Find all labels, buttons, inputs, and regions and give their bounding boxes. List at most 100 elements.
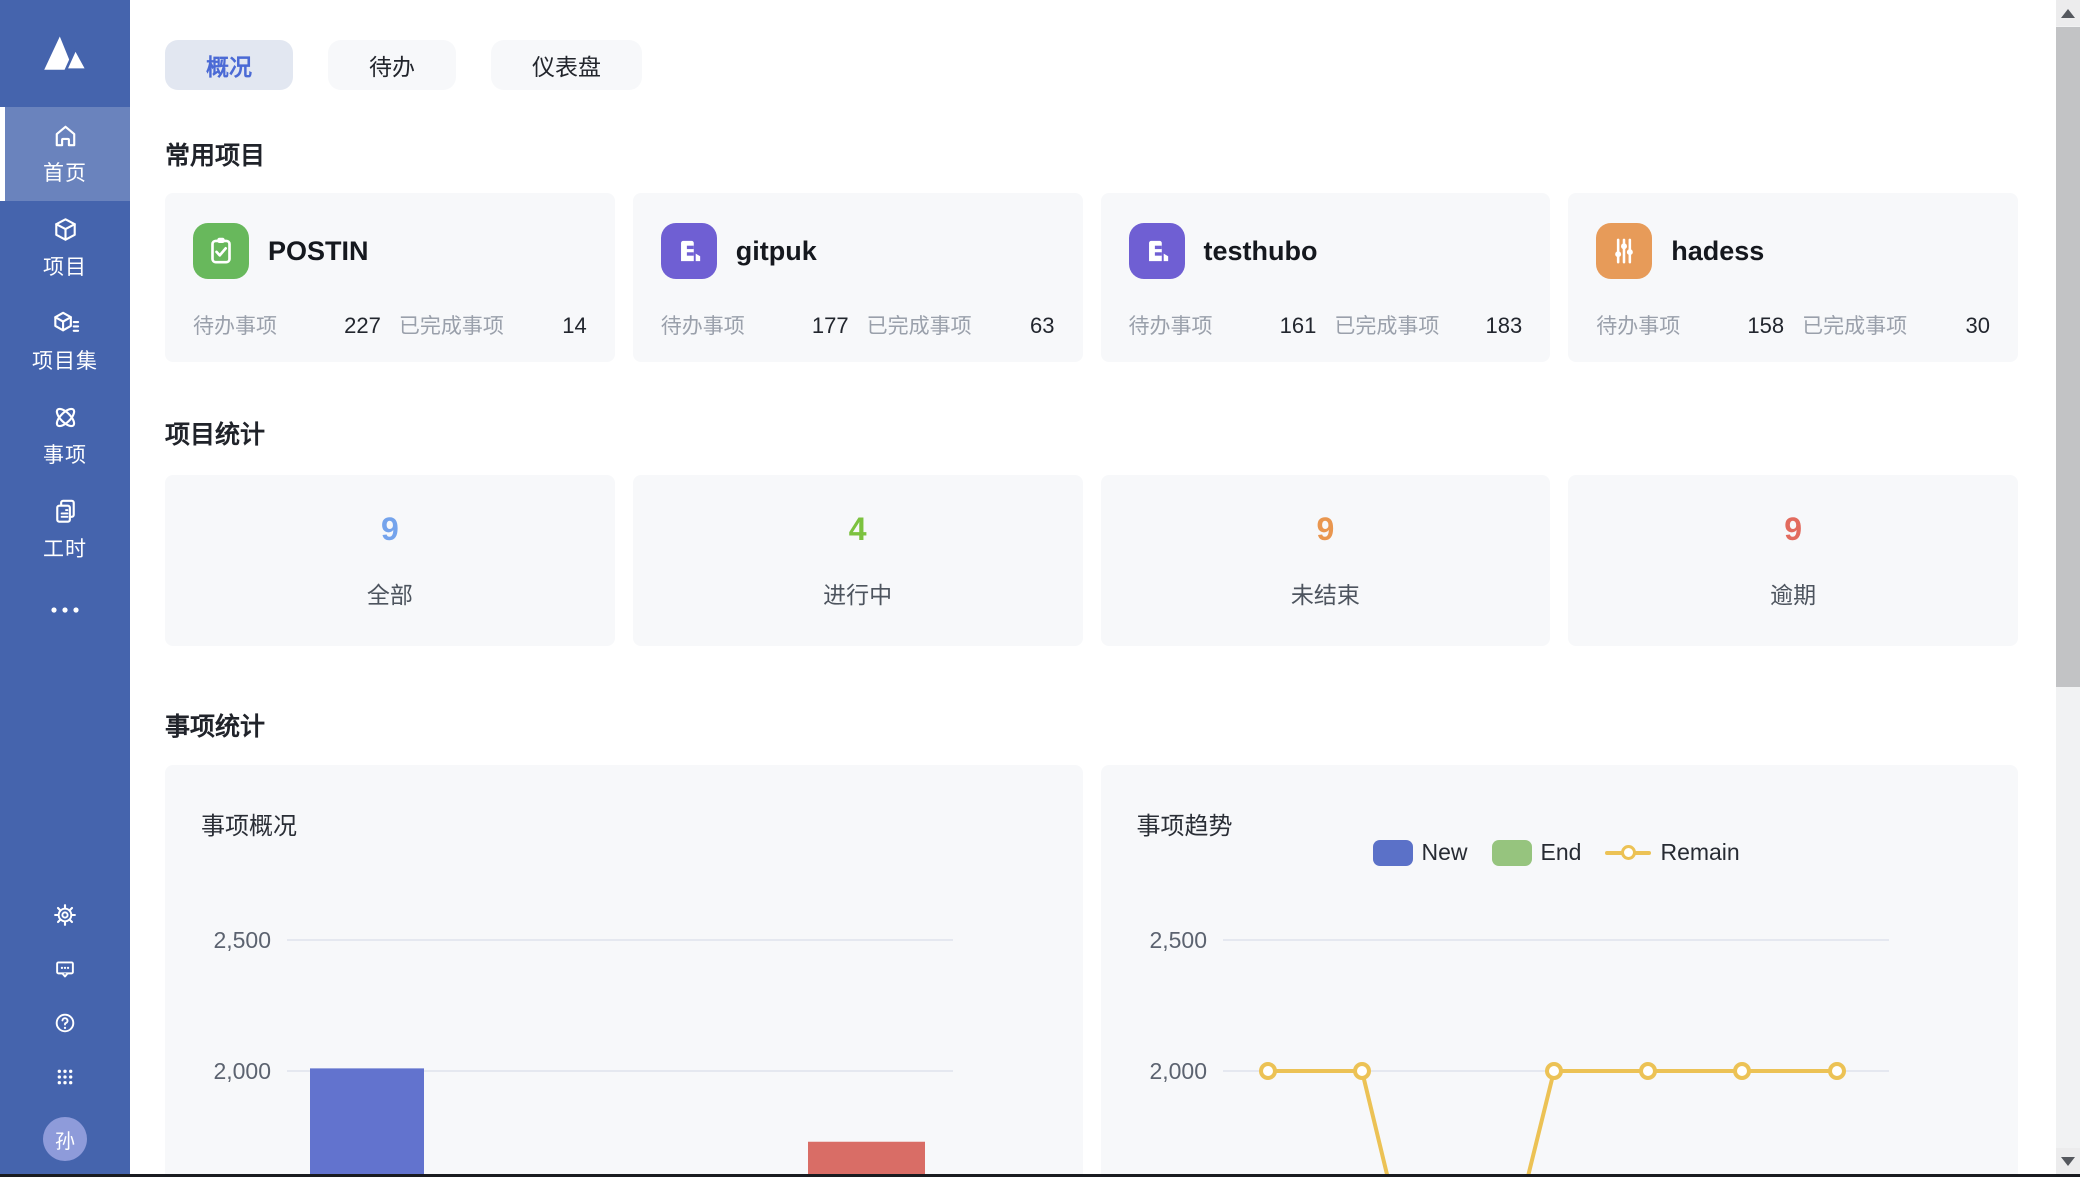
todo-label: 待办事项 [1129,310,1213,340]
stat-card-all[interactable]: 9 全部 [165,475,615,646]
cube-list-icon [50,308,81,339]
sidebar-item-label: 工时 [43,533,87,563]
project-card-gitpuk[interactable]: gitpuk 待办事项 177 已完成事项 63 [633,193,1083,362]
stat-card-unfinished[interactable]: 9 未结束 [1101,475,1551,646]
sidebar: 首页 项目 项目集 [0,0,130,1177]
legend-swatch-end [1492,840,1532,866]
feedback-chat-icon[interactable] [51,955,79,983]
todo-value: 177 [812,313,849,339]
clipboard-check-icon [193,223,249,279]
stat-value: 9 [1316,511,1334,548]
sidebar-item-label: 事项 [43,439,87,469]
sidebar-item-label: 项目集 [32,345,98,375]
stat-value: 9 [381,511,399,548]
tab-todo[interactable]: 待办 [328,40,456,90]
project-card-postin[interactable]: POSTIN 待办事项 227 已完成事项 14 [165,193,615,362]
tab-overview[interactable]: 概况 [165,40,293,90]
stat-card-overdue[interactable]: 9 逾期 [1568,475,2018,646]
done-value: 30 [1966,313,1990,339]
chart-title: 事项趋势 [1137,806,1233,841]
main-content: 概况 待办 仪表盘 常用项目 POSTIN [130,0,2056,1177]
legend-swatch-new [1373,840,1413,866]
documents-icon [50,496,81,527]
legend-label: Remain [1660,839,1739,866]
view-tabs: 概况 待办 仪表盘 [165,40,2018,90]
section-title-frequent-projects: 常用项目 [165,136,2018,172]
done-value: 14 [562,313,586,339]
done-value: 183 [1486,313,1523,339]
sidebar-footer: 孙 [0,901,130,1177]
tab-dashboard[interactable]: 仪表盘 [491,40,642,90]
home-icon [50,120,81,151]
project-card-testhubo[interactable]: testhubo 待办事项 161 已完成事项 183 [1101,193,1551,362]
stat-value: 9 [1784,511,1802,548]
done-label: 已完成事项 [399,310,504,340]
help-icon[interactable] [51,1009,79,1037]
chart-cards: 事项概况 2,5002,0001,500 事项趋势 New End [165,765,2018,1177]
project-name: hadess [1671,236,1764,267]
apps-grid-icon[interactable] [51,1063,79,1091]
section-title-item-stats: 事项统计 [165,707,2018,743]
cube-icon [50,214,81,245]
todo-value: 161 [1280,313,1317,339]
sidebar-item-label: 首页 [43,157,87,187]
todo-value: 158 [1747,313,1784,339]
sidebar-item-projects[interactable]: 项目 [0,201,130,295]
stat-value: 4 [849,511,867,548]
todo-label: 待办事项 [1596,310,1680,340]
legend-item-new[interactable]: New [1373,839,1468,866]
legend-label: New [1422,839,1468,866]
chart-title: 事项概况 [201,806,297,841]
scrollbar-thumb[interactable] [2056,27,2080,687]
todo-label: 待办事项 [661,310,745,340]
project-card-hadess[interactable]: hadess 待办事项 158 已完成事项 30 [1568,193,2018,362]
sidebar-item-project-sets[interactable]: 项目集 [0,295,130,389]
legend-item-end[interactable]: End [1492,839,1582,866]
app-window: 首页 项目 项目集 [0,0,2080,1177]
scroll-up-arrow-icon [2061,9,2075,18]
sliders-icon [1596,223,1652,279]
legend-item-remain[interactable]: Remain [1605,839,1739,866]
section-title-project-stats: 项目统计 [165,415,2018,451]
chart-legend: New End Remain [1373,839,1740,866]
stat-label: 逾期 [1770,576,1816,610]
done-label: 已完成事项 [1802,310,1907,340]
sidebar-item-home[interactable]: 首页 [0,107,130,201]
crossed-loops-icon [50,402,81,433]
scroll-up-button[interactable] [2056,0,2080,26]
legend-label: End [1541,839,1582,866]
sidebar-item-items[interactable]: 事项 [0,389,130,483]
stat-label: 全部 [367,576,413,610]
repo-building-icon [1129,223,1185,279]
done-label: 已完成事项 [867,310,972,340]
line-chart: 2,5002,0001,500 [1101,765,2019,1177]
project-name: testhubo [1204,236,1318,267]
vertical-scrollbar[interactable] [2056,0,2080,1177]
stat-label: 进行中 [823,576,892,610]
svg-text:2,500: 2,500 [1149,927,1207,953]
sidebar-item-worktime[interactable]: 工时 [0,483,130,577]
app-logo[interactable] [0,0,130,107]
project-stat-cards: 9 全部 4 进行中 9 未结束 9 逾期 [165,475,2018,646]
svg-text:2,000: 2,000 [213,1058,271,1084]
done-value: 63 [1030,313,1054,339]
todo-label: 待办事项 [193,310,277,340]
project-name: gitpuk [736,236,817,267]
sidebar-nav: 首页 项目 项目集 [0,107,130,647]
sidebar-item-label: 项目 [43,251,87,281]
scroll-down-button[interactable] [2056,1148,2080,1174]
repo-building-icon [661,223,717,279]
settings-gear-icon[interactable] [51,901,79,929]
sidebar-more-button[interactable] [0,577,130,647]
svg-text:2,500: 2,500 [213,927,271,953]
stat-card-in-progress[interactable]: 4 进行中 [633,475,1083,646]
mountain-logo-icon [38,28,92,79]
ellipsis-icon [48,603,82,621]
user-avatar[interactable]: 孙 [43,1117,87,1161]
scroll-down-arrow-icon [2061,1157,2075,1166]
done-label: 已完成事项 [1334,310,1439,340]
legend-line-marker-icon [1605,845,1651,861]
project-name: POSTIN [268,236,369,267]
stat-label: 未结束 [1291,576,1360,610]
item-overview-chart-card: 事项概况 2,5002,0001,500 [165,765,1083,1177]
